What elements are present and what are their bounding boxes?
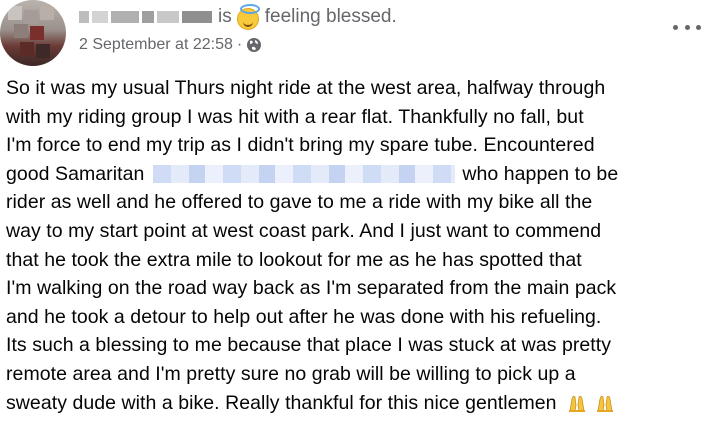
post-body-line: remote area and I'm pretty sure no grab … <box>6 362 576 385</box>
meta-separator: · <box>236 36 243 53</box>
avatar[interactable] <box>0 0 66 66</box>
post-body-line: good Samaritan who happen to be <box>6 160 706 189</box>
avatar-pixel <box>20 42 34 56</box>
post-body-line: with my riding group I was hit with a re… <box>6 105 584 128</box>
avatar-pixel <box>40 6 54 20</box>
avatar-pixel <box>8 6 22 20</box>
post-body-line: way to my start point at west coast park… <box>6 219 602 242</box>
header-verb: is <box>218 6 232 27</box>
post-body-line: Its such a blessing to me because that p… <box>6 334 612 357</box>
post-body-line: I'm force to end my trip as I didn't bri… <box>6 134 595 157</box>
globe-icon[interactable] <box>246 37 262 53</box>
avatar-pixel <box>14 24 28 38</box>
post-body-line: rider as well and he offered to gave to … <box>6 191 593 214</box>
smiling-face-with-halo-icon <box>236 4 260 30</box>
post-body-line: that he took the extra mile to lookout f… <box>6 248 582 271</box>
feeling-text[interactable]: feeling blessed. <box>265 6 397 28</box>
post-header: is feeling blessed. <box>79 4 397 30</box>
tagged-person-redacted[interactable] <box>153 164 456 183</box>
avatar-pixel <box>24 10 38 24</box>
post-body-text: sweaty dude with a bike. Really thankful… <box>6 391 557 414</box>
folded-hands-icon <box>569 395 586 412</box>
post-body-text: good Samaritan <box>6 162 145 185</box>
post-body-text: who happen to be <box>462 162 619 185</box>
post-body-line: and he took a detour to help out after h… <box>6 305 602 328</box>
folded-hands-icon <box>596 395 613 412</box>
post-body-line: sweaty dude with a bike. Really thankful… <box>6 389 706 418</box>
more-options-icon[interactable] <box>673 22 701 32</box>
timestamp-link[interactable]: 2 September at 22:58 <box>79 36 233 54</box>
post-body-line: I'm walking on the road way back as I'm … <box>6 277 617 300</box>
avatar-pixel <box>30 26 44 40</box>
author-name-redacted[interactable] <box>79 11 212 23</box>
avatar-pixel <box>36 44 50 58</box>
post-body-line: So it was my usual Thurs night ride at t… <box>6 77 606 99</box>
post-body: So it was my usual Thurs night ride at t… <box>6 74 706 417</box>
post-meta: 2 September at 22:58 · <box>79 36 262 54</box>
